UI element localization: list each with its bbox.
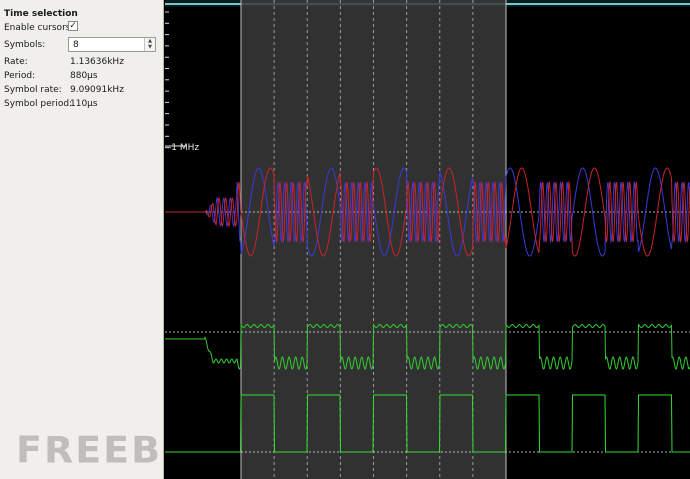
symbol-period-value: 110µs <box>70 99 98 109</box>
symbol-rate-value: 9.09091kHz <box>70 85 124 95</box>
symbols-value[interactable]: 8 <box>73 40 79 50</box>
checkmark-icon: ✓ <box>69 21 77 31</box>
rate-label: Rate: <box>4 57 28 67</box>
decrement-arrow-icon[interactable]: ▼ <box>146 44 154 50</box>
symbol-rate-label: Symbol rate: <box>4 85 62 95</box>
rate-value: 1.13636kHz <box>70 57 124 67</box>
symbols-label: Symbols: <box>4 40 46 50</box>
spin-buttons: ▲ ▼ <box>144 38 155 51</box>
symbol-period-label: Symbol period: <box>4 99 73 109</box>
enable-cursors-checkbox[interactable]: ✓ <box>68 21 78 31</box>
period-value: 880µs <box>70 71 98 81</box>
enable-cursors-label: Enable cursors: <box>4 23 74 33</box>
panel-title: Time selection <box>4 9 78 19</box>
time-selection-panel: Time selection Enable cursors: ✓ Symbols… <box>0 0 221 479</box>
symbols-spinbox[interactable]: 8 ▲ ▼ <box>68 37 156 52</box>
signal-plot-area[interactable]: -1 MHz <box>165 0 690 479</box>
frequency-axis-label: -1 MHz <box>168 143 199 153</box>
period-label: Period: <box>4 71 36 81</box>
